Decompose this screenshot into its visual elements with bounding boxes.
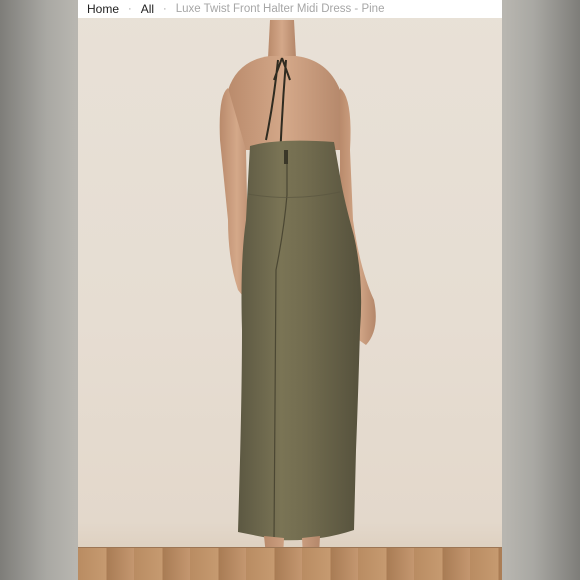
neck [268,20,296,58]
breadcrumb-home-link[interactable]: Home [87,2,119,16]
breadcrumb-current-page: Luxe Twist Front Halter Midi Dress - Pin… [175,3,385,15]
dress-zipper [284,150,288,164]
breadcrumb-separator: · [128,3,132,15]
breadcrumb: Home · All · Luxe Twist Front Halter Mid… [78,0,502,18]
breadcrumb-all-link[interactable]: All [141,2,154,16]
image-viewer: Home · All · Luxe Twist Front Halter Mid… [0,0,580,580]
dress [238,140,362,541]
breadcrumb-separator: · [163,3,167,15]
wood-floor [78,547,502,580]
product-photo-stage: Home · All · Luxe Twist Front Halter Mid… [78,0,502,580]
product-photo [219,20,376,575]
